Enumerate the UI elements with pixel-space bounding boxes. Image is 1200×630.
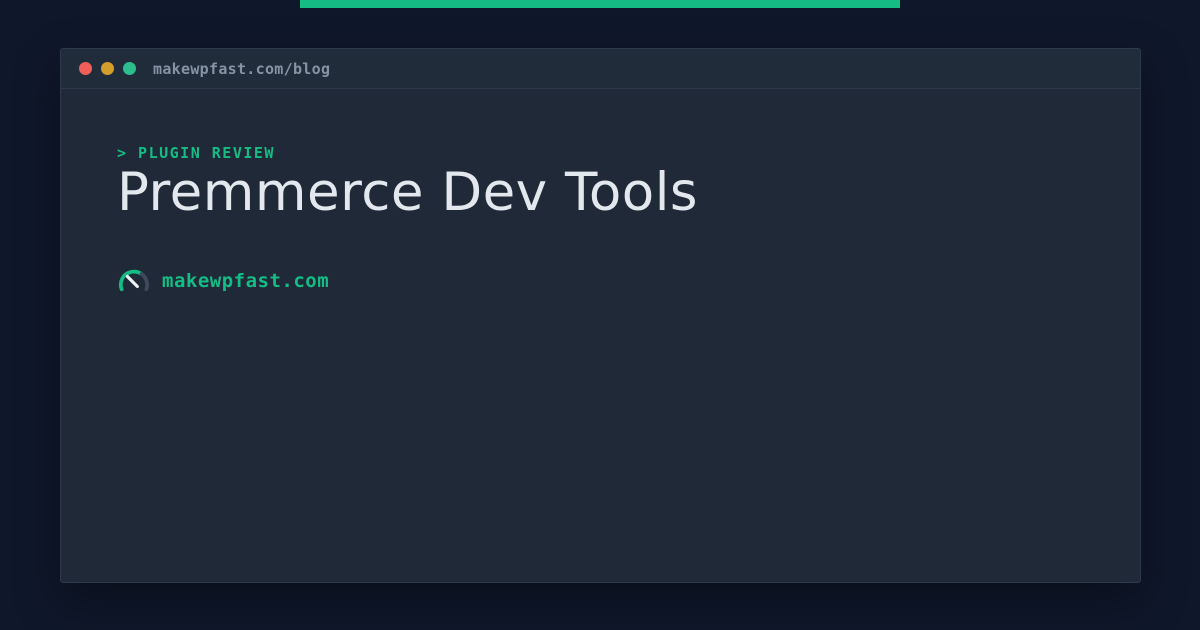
traffic-lights: [79, 62, 136, 75]
minimize-window-button[interactable]: [101, 62, 114, 75]
social-card: makewpfast.com/blog > PLUGIN REVIEW Prem…: [0, 0, 1200, 630]
top-accent-bar: [300, 0, 900, 8]
browser-window-mockup: makewpfast.com/blog > PLUGIN REVIEW Prem…: [60, 48, 1141, 583]
site-domain-link[interactable]: makewpfast.com: [162, 270, 329, 292]
address-bar-url: makewpfast.com/blog: [153, 59, 331, 78]
site-attribution[interactable]: makewpfast.com: [117, 266, 1084, 296]
speedometer-icon: [118, 269, 149, 292]
window-content: > PLUGIN REVIEW Premmerce Dev Tools make…: [61, 89, 1140, 296]
eyebrow-label: > PLUGIN REVIEW: [117, 144, 275, 162]
browser-titlebar: makewpfast.com/blog: [61, 49, 1140, 89]
close-window-button[interactable]: [79, 62, 92, 75]
maximize-window-button[interactable]: [123, 62, 136, 75]
page-title: Premmerce Dev Tools: [117, 162, 699, 223]
